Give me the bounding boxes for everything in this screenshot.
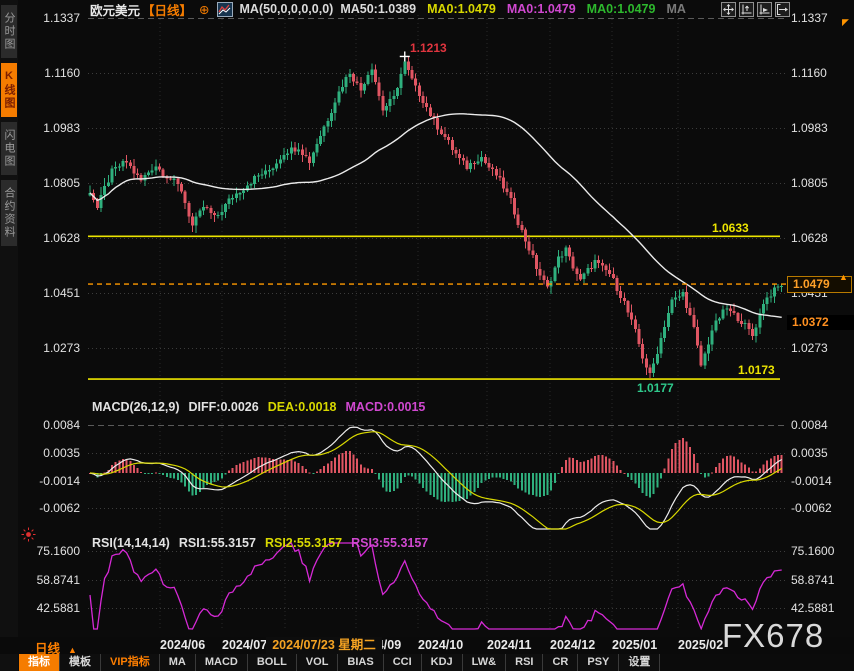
chart-style-icon[interactable] (217, 2, 233, 17)
scroll-marker-top-icon: ◤ (842, 17, 849, 28)
toolbar-item-VIP指标[interactable]: VIP指标 (101, 654, 160, 671)
symbol-name: 欧元美元 (90, 0, 140, 19)
chart-header: 欧元美元【日线】 ⊕ MA(50,0,0,0,0,0) MA50:1.0389M… (90, 1, 686, 17)
toolbar-item-指标[interactable]: 指标 (19, 654, 60, 671)
sidebar-tab-K线图[interactable]: K线图 (1, 63, 17, 117)
ma-value-4: MA (666, 2, 685, 16)
macd-axis-label-left: 0.0084 (22, 418, 80, 432)
alert-burst-icon[interactable] (21, 527, 36, 547)
y-axis-label-left: 1.0983 (22, 121, 80, 135)
ma-value-3: MA0:1.0479 (587, 2, 656, 16)
previous-price-tag: 1.0372 (787, 315, 854, 330)
toolbar-item-RSI[interactable]: RSI (506, 654, 543, 671)
y-axis-label-right: 1.0628 (791, 231, 828, 245)
level-lines (88, 236, 780, 379)
ma-value-1: MA0:1.0479 (427, 2, 496, 16)
window-icons (721, 2, 790, 17)
rsi-title: RSI(14,14,14) (92, 536, 170, 550)
y-axis-label-right: 1.0983 (791, 121, 828, 135)
period-tag: 【日线】 (142, 0, 192, 19)
move-crosshair-icon[interactable] (721, 2, 736, 17)
macd-axis-label-right: 0.0035 (791, 446, 828, 460)
toolbar-item-MA[interactable]: MA (160, 654, 196, 671)
toolbar-item-KDJ[interactable]: KDJ (422, 654, 463, 671)
x-axis-label-2025/02: 2025/02 (678, 638, 723, 652)
macd-axis-label-right: -0.0062 (791, 501, 832, 515)
high-price-annotation: 1.1213 (410, 41, 447, 55)
ma-value-2: MA0:1.0479 (507, 2, 576, 16)
x-axis-label-2024/12: 2024/12 (550, 638, 595, 652)
y-axis-label-left: 1.0628 (22, 231, 80, 245)
ma-value-0: MA50:1.0389 (340, 2, 416, 16)
rsi3-value: RSI3:55.3157 (351, 536, 428, 550)
macd-axis-label-left: 0.0035 (22, 446, 80, 460)
y-axis-label-right: 1.1160 (791, 66, 827, 80)
sidebar-tab-闪电图[interactable]: 闪电图 (1, 122, 17, 175)
macd-dea-line (90, 432, 782, 529)
y-axis-label-left: 1.0273 (22, 341, 80, 355)
toolbar-item-CCI[interactable]: CCI (384, 654, 422, 671)
toolbar-item-BOLL[interactable]: BOLL (248, 654, 297, 671)
toolbar-item-VOL[interactable]: VOL (297, 654, 339, 671)
y-axis-label-left: 1.1337 (22, 11, 80, 25)
macd-axis-label-right: -0.0014 (791, 474, 832, 488)
macd-title: MACD(26,12,9) (92, 400, 180, 414)
toolbar-item-设置[interactable]: 设置 (619, 654, 660, 671)
price-marker-icon: ▲ (839, 272, 848, 282)
ma-values: MA50:1.0389 MA0:1.0479 MA0:1.0479 MA0:1.047… (340, 2, 686, 16)
macd-histogram (89, 438, 783, 502)
rsi2-value: RSI2:55.3157 (265, 536, 342, 550)
y-axis-label-left: 1.1160 (22, 66, 80, 80)
axis-zoom-in-icon[interactable] (739, 2, 754, 17)
x-axis-label-2025/01: 2025/01 (612, 638, 657, 652)
app-root: 分时图 K线图闪电图合约资料 欧元美元【日线】 ⊕ MA(50,0,0,0,0,0… (0, 0, 854, 671)
sidebar-tab-合约资料[interactable]: 合约资料 (1, 180, 17, 246)
x-axis-label-2024/10: 2024/10 (418, 638, 463, 652)
rsi-axis-label-right: 75.1600 (791, 544, 834, 558)
low-price-annotation: 1.0177 (637, 381, 674, 395)
toolbar-item-PSY[interactable]: PSY (578, 654, 619, 671)
crosshair-date-readout: 2024/07/23 星期二 (266, 637, 382, 654)
toolbar-item-BIAS[interactable]: BIAS (338, 654, 383, 671)
resistance-level-label: 1.0633 (712, 221, 749, 235)
rsi1-value: RSI1:55.3157 (179, 536, 256, 550)
macd-axis-label-left: -0.0014 (22, 474, 80, 488)
macd-axis-label-right: 0.0084 (791, 418, 828, 432)
x-axis-label-2024/11: 2024/11 (487, 638, 532, 652)
macd-axis-label-left: -0.0062 (22, 501, 80, 515)
y-axis-label-right: 1.0805 (791, 176, 828, 190)
rsi-axis-label-left: 58.8741 (22, 573, 80, 587)
rsi-header: RSI(14,14,14) RSI1:55.3157 RSI2:55.3157 … (92, 536, 428, 550)
rsi-axis-label-left: 42.5881 (22, 601, 80, 615)
candles (89, 56, 784, 377)
macd-macd-value: MACD:0.0015 (346, 400, 426, 414)
rsi-axis-label-right: 42.5881 (791, 601, 834, 615)
y-axis-label-right: 1.0273 (791, 341, 828, 355)
y-axis-label-left: 1.0805 (22, 176, 80, 190)
toolbar-item-模板[interactable]: 模板 (60, 654, 101, 671)
y-axis-label-left: 1.0451 (22, 286, 80, 300)
toolbar-item-CR[interactable]: CR (543, 654, 578, 671)
macd-header: MACD(26,12,9) DIFF:0.0026 DEA:0.0018 MAC… (92, 400, 425, 414)
y-axis-label-right: 1.1337 (791, 11, 828, 25)
toolbar-item-MACD[interactable]: MACD (196, 654, 248, 671)
watermark: FX678 (722, 617, 824, 655)
x-axis-label-2024/06: 2024/06 (160, 638, 205, 652)
macd-diff-value: DIFF:0.0026 (189, 400, 259, 414)
rsi-axis-label-right: 58.8741 (791, 573, 834, 587)
macd-diff-line (90, 427, 782, 529)
sidebar: 分时图 K线图闪电图合约资料 (0, 0, 18, 671)
x-axis-label-2024/07: 2024/07 (222, 638, 267, 652)
horizontal-gridlines (88, 19, 788, 609)
pan-right-icon[interactable] (775, 2, 790, 17)
indicator-toolbar: 指标模板VIP指标MAMACDBOLLVOLBIASCCIKDJLW&RSICR… (19, 654, 660, 671)
sidebar-tab-分时图[interactable]: 分时图 (1, 5, 17, 58)
support-level-label: 1.0173 (738, 363, 775, 377)
axis-zoom-out-icon[interactable] (757, 2, 772, 17)
ma-settings-label: MA(50,0,0,0,0,0) (240, 2, 334, 16)
macd-dea-value: DEA:0.0018 (268, 400, 337, 414)
toolbar-item-LW&[interactable]: LW& (463, 654, 506, 671)
add-indicator-icon[interactable]: ⊕ (199, 2, 209, 17)
